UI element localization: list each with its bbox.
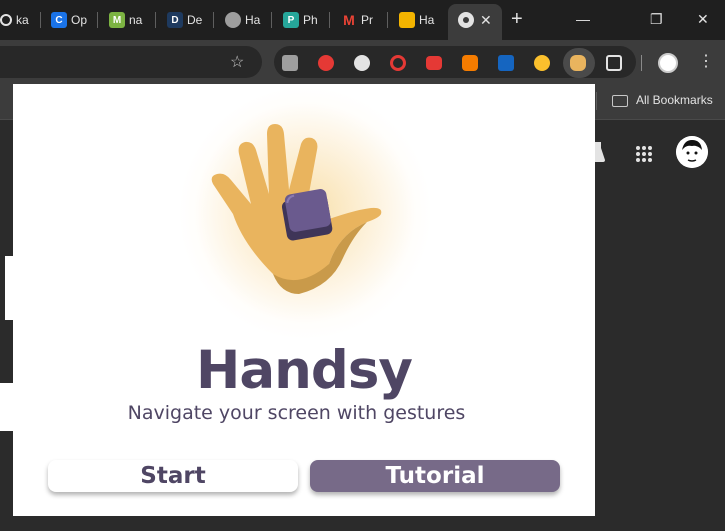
c-logo-icon: C [51,12,67,28]
chrome-icon [458,12,474,28]
tab-active[interactable]: ✕ [448,4,502,40]
tutorial-button[interactable]: Tutorial [310,460,560,492]
tab-separator [329,12,330,28]
globe-icon [225,12,241,28]
p-logo-icon: P [283,12,299,28]
tab-6[interactable]: P Ph [283,6,321,34]
extension-record-icon[interactable] [390,55,406,71]
apps-grid-icon[interactable] [636,146,652,162]
toolbar-divider [641,55,642,71]
tab-label: Pr [361,13,373,27]
tab-separator [387,12,388,28]
profile-icon[interactable] [658,53,678,73]
app-title: Handsy [196,340,413,401]
folder-icon [612,95,628,107]
tab-separator [155,12,156,28]
tab-label: Ha [245,13,261,27]
all-bookmarks-link[interactable]: All Bookmarks [636,93,713,107]
tab-1[interactable]: ka [0,6,34,34]
tab-label: ka [16,13,29,27]
extension-youtube-icon[interactable] [426,56,442,70]
tab-label: De [187,13,203,27]
extension-s-icon[interactable] [354,55,370,71]
tab-label: Op [71,13,88,27]
page-edge-element [0,383,13,431]
gmail-icon: M [341,12,357,28]
tab-separator [213,12,214,28]
extensions-puzzle-icon[interactable] [606,55,622,71]
tab-3[interactable]: M na [109,6,147,34]
account-avatar[interactable] [676,136,708,168]
extension-handsy-icon[interactable] [570,55,586,71]
extension-chart-icon[interactable] [498,55,514,71]
extension-fox-icon[interactable] [462,55,478,71]
tab-5[interactable]: Ha [225,6,263,34]
tab-8[interactable]: Ha [399,6,437,34]
extension-r-icon[interactable] [282,55,298,71]
hand-logo-icon [211,124,382,294]
close-window-button[interactable]: ✕ [697,10,709,28]
tab-label: Ha [419,13,435,27]
d-logo-icon: D [167,12,183,28]
tab-7[interactable]: M Pr [341,6,379,34]
page-edge-element [5,256,13,320]
tab-2[interactable]: C Op [51,6,89,34]
new-tab-button[interactable]: + [511,9,523,29]
tab-4[interactable]: D De [167,6,205,34]
address-bar[interactable] [0,46,262,78]
github-icon [0,14,12,26]
extension-hand-stop-icon[interactable] [318,55,334,71]
app-subtitle: Navigate your screen with gestures [127,402,466,424]
close-tab-icon[interactable]: ✕ [480,12,492,28]
extension-bee-icon[interactable] [534,55,550,71]
minimize-button[interactable]: — [576,10,590,28]
tab-label: Ph [303,13,318,27]
bookmarks-separator [596,92,597,110]
handsy-popup: Handsy Navigate your screen with gesture… [13,84,595,516]
start-button[interactable]: Start [48,460,298,492]
tab-separator [40,12,41,28]
tab-separator [97,12,98,28]
tab-separator [271,12,272,28]
menu-dots-icon[interactable]: ⋮ [698,52,714,72]
tab-label: na [129,13,143,27]
tab-strip: ka C Op M na D De Ha P Ph M Pr Ha ✕ + — … [0,0,725,40]
slides-icon [399,12,415,28]
m-logo-icon: M [109,12,125,28]
restore-button[interactable]: ❐ [650,10,663,28]
bookmark-star-icon[interactable]: ☆ [230,52,244,72]
